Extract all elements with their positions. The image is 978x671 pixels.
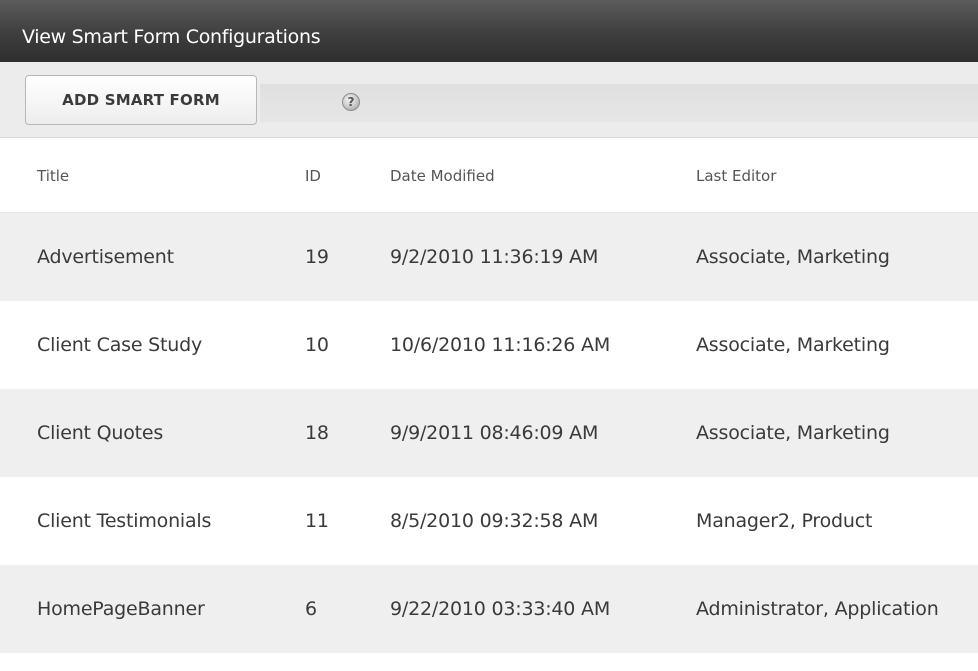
column-header-id[interactable]: ID (305, 139, 321, 212)
help-icon[interactable]: ? (342, 93, 360, 111)
column-header-title[interactable]: Title (37, 139, 69, 212)
row-title[interactable]: Client Case Study (37, 301, 202, 389)
row-date-modified: 8/5/2010 09:32:58 AM (390, 510, 599, 532)
smart-form-window: View Smart Form Configurations ADD SMART… (0, 0, 978, 671)
window-title: View Smart Form Configurations (22, 26, 321, 48)
toolbar: ADD SMART FORM ? (0, 62, 978, 138)
smart-form-table: Title ID Date Modified Last Editor Adver… (0, 139, 978, 653)
row-id: 18 (305, 422, 329, 444)
table-row[interactable]: Client Testimonials 11 8/5/2010 09:32:58… (0, 477, 978, 565)
row-id: 11 (305, 510, 329, 532)
row-last-editor: Associate, Marketing (696, 334, 890, 356)
table-row[interactable]: Advertisement 19 9/2/2010 11:36:19 AM As… (0, 213, 978, 301)
row-date-modified: 9/9/2011 08:46:09 AM (390, 422, 599, 444)
add-smart-form-button[interactable]: ADD SMART FORM (25, 75, 257, 125)
column-header-last-editor[interactable]: Last Editor (696, 139, 776, 212)
row-last-editor: Associate, Marketing (696, 246, 890, 268)
title-bar: View Smart Form Configurations (0, 0, 978, 62)
table-row[interactable]: HomePageBanner 6 9/22/2010 03:33:40 AM A… (0, 565, 978, 653)
row-id: 19 (305, 246, 329, 268)
column-header-date-modified[interactable]: Date Modified (390, 139, 495, 212)
row-last-editor: Administrator, Application (696, 598, 939, 620)
row-title[interactable]: Advertisement (37, 213, 174, 301)
row-title[interactable]: Client Quotes (37, 389, 163, 477)
row-id: 10 (305, 334, 329, 356)
row-date-modified: 9/22/2010 03:33:40 AM (390, 598, 611, 620)
table-row[interactable]: Client Quotes 18 9/9/2011 08:46:09 AM As… (0, 389, 978, 477)
row-last-editor: Manager2, Product (696, 510, 873, 532)
row-date-modified: 9/2/2010 11:36:19 AM (390, 246, 599, 268)
row-title[interactable]: Client Testimonials (37, 477, 211, 565)
row-date-modified: 10/6/2010 11:16:26 AM (390, 334, 611, 356)
row-id: 6 (305, 598, 317, 620)
table-header: Title ID Date Modified Last Editor (0, 139, 978, 213)
row-last-editor: Associate, Marketing (696, 422, 890, 444)
table-row[interactable]: Client Case Study 10 10/6/2010 11:16:26 … (0, 301, 978, 389)
toolbar-band (260, 84, 978, 122)
row-title[interactable]: HomePageBanner (37, 565, 205, 653)
